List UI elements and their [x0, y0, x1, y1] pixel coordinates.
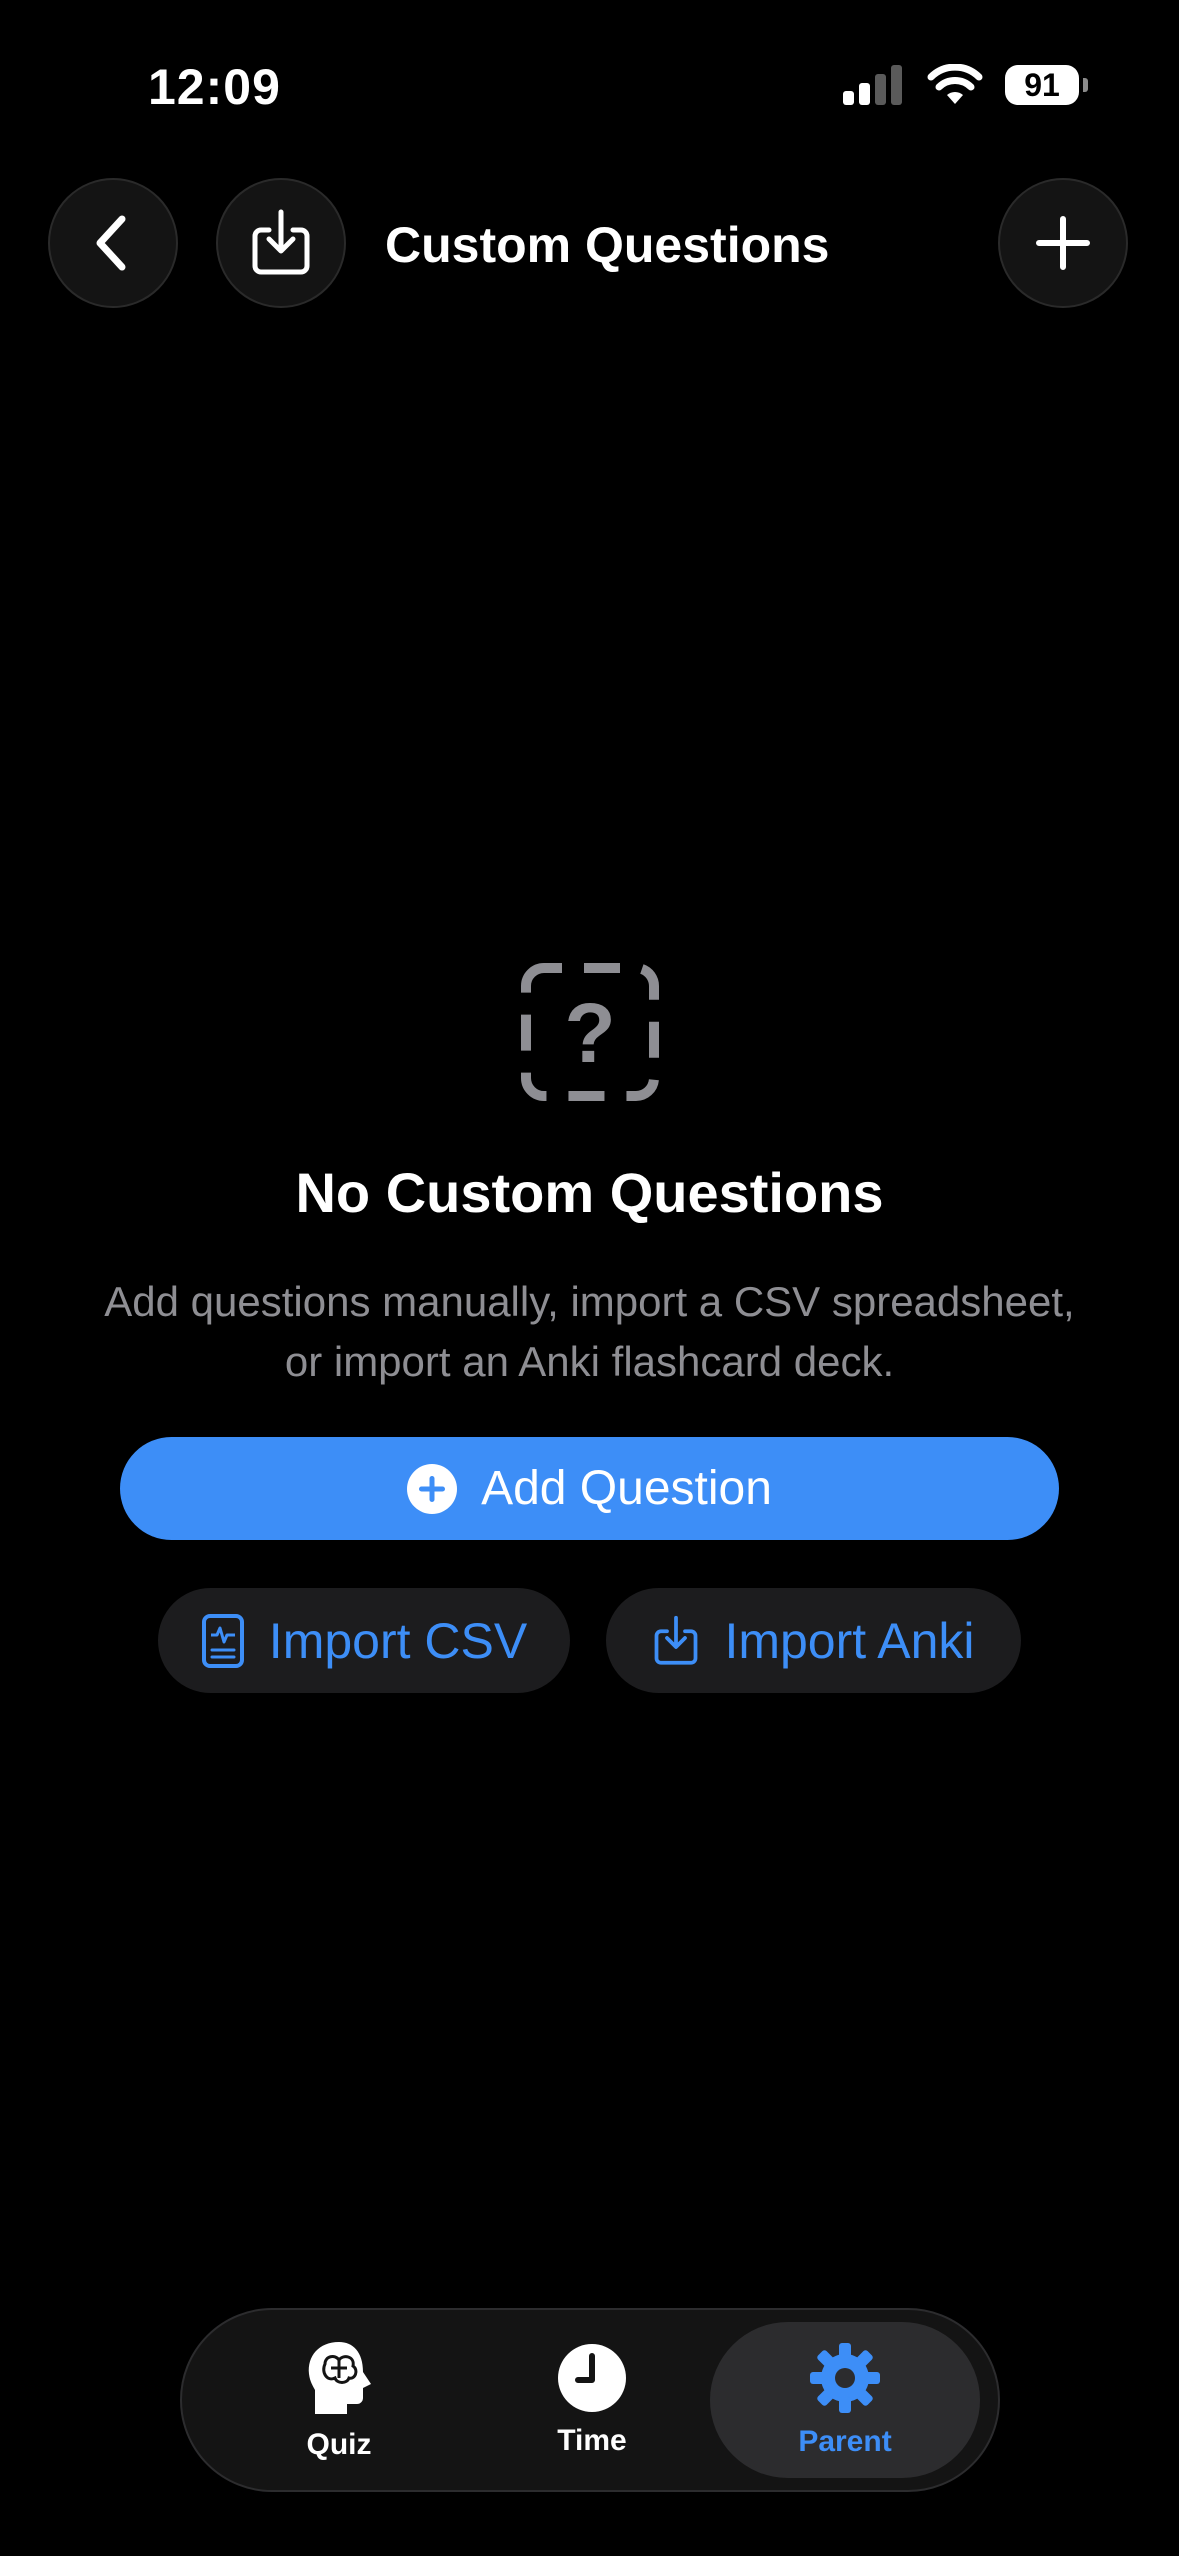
back-button[interactable] — [48, 178, 178, 308]
dashed-question-square-icon: ? — [521, 963, 659, 1101]
import-anki-label: Import Anki — [724, 1612, 975, 1669]
tray-download-icon — [252, 209, 310, 275]
tab-parent-label: Parent — [798, 2425, 892, 2458]
plus-circle-icon — [407, 1463, 458, 1514]
tray-download-icon — [655, 1615, 698, 1665]
brain-head-icon — [308, 2342, 371, 2414]
tab-bar: Quiz Time Parent — [180, 2308, 1000, 2492]
empty-state-description: Add questions manually, import a CSV spr… — [104, 1278, 1075, 1385]
document-icon — [201, 1613, 244, 1668]
import-csv-label: Import CSV — [268, 1612, 528, 1669]
plus-icon — [1036, 216, 1090, 270]
status-indicators: 91 — [843, 64, 1088, 106]
tab-parent[interactable]: Parent — [710, 2322, 980, 2478]
tab-quiz-label: Quiz — [306, 2428, 372, 2461]
tab-time[interactable]: Time — [457, 2322, 727, 2478]
import-anki-button[interactable]: Import Anki — [606, 1588, 1021, 1693]
empty-state-title: No Custom Questions — [295, 1161, 884, 1224]
status-time: 12:09 — [148, 59, 281, 115]
tab-time-label: Time — [557, 2424, 627, 2457]
cellular-signal-icon — [843, 65, 902, 105]
clock-icon — [558, 2344, 626, 2412]
chevron-left-icon — [96, 215, 126, 271]
add-question-label: Add Question — [481, 1462, 772, 1515]
gear-icon — [810, 2343, 880, 2413]
battery-indicator: 91 — [1005, 65, 1088, 105]
page-title: Custom Questions — [385, 217, 830, 273]
wifi-icon — [927, 64, 983, 104]
tab-quiz[interactable]: Quiz — [204, 2322, 474, 2478]
svg-text:?: ? — [564, 986, 615, 1080]
add-button[interactable] — [998, 178, 1128, 308]
import-csv-button[interactable]: Import CSV — [158, 1588, 570, 1693]
battery-level: 91 — [1024, 66, 1060, 103]
add-question-button[interactable]: Add Question — [120, 1437, 1059, 1540]
import-button[interactable] — [216, 178, 346, 308]
